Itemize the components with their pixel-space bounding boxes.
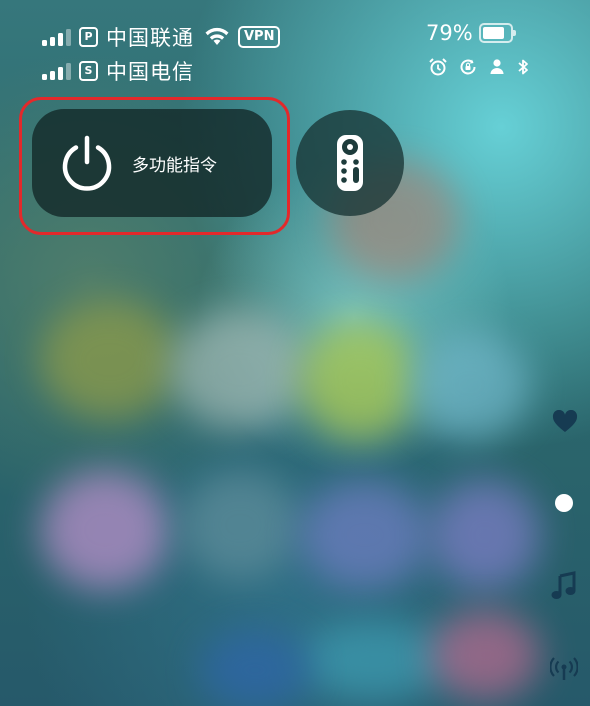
status-bar: P 中国联通 VPN S 中国电信 79% — [0, 0, 590, 90]
sim1-row: P 中国联通 VPN — [42, 22, 281, 52]
alarm-icon — [429, 58, 447, 76]
status-icons — [428, 57, 530, 77]
vpn-badge: VPN — [238, 26, 281, 48]
person-icon — [490, 59, 504, 74]
antenna-icon[interactable] — [549, 655, 579, 683]
apple-tv-remote-icon — [337, 135, 363, 191]
carrier-name: 中国联通 — [106, 26, 194, 50]
battery-group: 79% — [426, 21, 516, 45]
signal-strength-icon — [42, 28, 71, 46]
bluetooth-icon — [518, 59, 528, 75]
music-note-icon[interactable] — [550, 570, 578, 602]
battery-percent: 79% — [426, 21, 473, 45]
carrier-name: 中国电信 — [106, 60, 194, 84]
highlight-box — [19, 97, 290, 235]
sim-badge: S — [79, 61, 98, 81]
sim-badge: P — [79, 27, 98, 47]
sim2-row: S 中国电信 — [42, 56, 194, 86]
battery-icon — [478, 23, 516, 43]
wifi-icon — [205, 27, 229, 45]
signal-strength-icon — [42, 62, 71, 80]
rotation-lock-icon — [460, 59, 476, 75]
heart-icon[interactable] — [551, 408, 579, 436]
apple-tv-remote-button[interactable] — [296, 110, 404, 216]
dot-indicator[interactable] — [553, 492, 575, 514]
